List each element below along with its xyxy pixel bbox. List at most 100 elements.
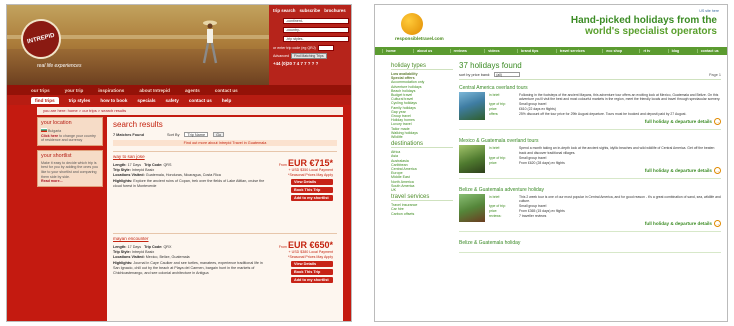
holiday-title-link[interactable]: Mexico & Guatemala overland tours [459, 138, 721, 144]
rt-nav-blog[interactable]: blog [667, 49, 683, 53]
nav-about[interactable]: about Intrepid [139, 88, 170, 93]
holiday-title-link[interactable]: Belize & Guatemala holiday [459, 240, 721, 246]
arrow-right-icon: → [714, 166, 721, 174]
trip-code-label: or enter trip code (eg QRJ) [273, 46, 316, 50]
brochures-link[interactable]: brochures [324, 8, 345, 13]
rt-nav-videos[interactable]: videos [484, 49, 502, 53]
holiday-info: in brief: Following in the footsteps of t… [489, 93, 721, 116]
rt-nav-home[interactable]: home [382, 49, 399, 53]
intrepid-screenshot: INTREPID real life experiences trip sear… [6, 4, 352, 322]
bulgaria-flag-icon [41, 128, 47, 132]
info-value: Following in the footsteps of the ancien… [519, 93, 721, 102]
rt-nav-brand-tips[interactable]: brand tips [517, 49, 541, 53]
rt-sun-logo-icon[interactable] [401, 13, 423, 35]
tab-specials[interactable]: specials [137, 98, 155, 103]
book-trip-button[interactable]: Book This Trip [291, 269, 333, 275]
secondary-nav: find trips trip styles how to book speci… [7, 95, 351, 105]
info-key: type of trip: [489, 155, 506, 160]
info-value: Small group travel [519, 102, 547, 107]
rt-nav-eco-shop[interactable]: eco shop [602, 49, 625, 53]
destinations-title: destinations [391, 141, 453, 149]
rt-nav-contact[interactable]: contact us [696, 49, 722, 53]
info-value: This 2 week tour is one of our most popu… [519, 194, 721, 203]
holiday-photo[interactable] [459, 145, 485, 174]
headline-line-1: Hand-picked holidays from the [570, 15, 717, 26]
breadcrumb: you are here: home > our trips > search … [37, 107, 343, 115]
nav-your-trip[interactable]: your trip [65, 88, 84, 93]
add-shortlist-button[interactable]: Add to my shortlist [291, 195, 333, 201]
find-trips-button[interactable]: Find Matching Trips [290, 53, 327, 59]
promo-link[interactable]: Find out more about Intrepid Travel in G… [113, 140, 337, 146]
full-details-link[interactable]: full holiday & departure details → [459, 166, 721, 174]
rt-nav-reviews[interactable]: reviews [449, 49, 470, 53]
info-key: in brief: [489, 93, 501, 97]
holiday-title-link[interactable]: Belize & Guatemala adventure holiday [459, 187, 721, 193]
holiday-result-partial: Belize & Guatemala holiday [459, 235, 721, 254]
read-more-link[interactable]: Read more... [41, 179, 63, 183]
search-results: search results 7 Matches Found Sort By T… [107, 117, 343, 321]
sort-label: Sort By [167, 132, 180, 137]
intrepid-banner: INTREPID real life experiences trip sear… [7, 5, 351, 85]
tab-find-trips[interactable]: find trips [31, 96, 59, 104]
country-select[interactable]: -country- [283, 27, 349, 33]
price-band-select[interactable]: (all) [494, 72, 521, 77]
service-link[interactable]: Carbon offsets [391, 212, 453, 216]
full-details-link[interactable]: full holiday & departure details → [459, 118, 721, 126]
full-details-link[interactable]: full holiday & departure details → [459, 220, 721, 228]
rt-nav-about[interactable]: about us [413, 49, 435, 53]
tab-how-to-book[interactable]: how to book [100, 98, 127, 103]
trip-search-link[interactable]: trip search [273, 8, 295, 13]
info-value: Small group travel [519, 204, 547, 209]
holiday-photo[interactable] [459, 92, 485, 120]
nav-inspirations[interactable]: inspirations [98, 88, 124, 93]
trip-result: way to san jose Length: 17 Days Trip Cod… [113, 151, 337, 225]
us-site-link[interactable]: US site here [699, 9, 719, 13]
rt-nav-rt-tv[interactable]: rt tv [639, 49, 653, 53]
info-key: type of trip: [489, 204, 506, 209]
book-trip-button[interactable]: Book This Trip [291, 187, 333, 193]
left-sidebar: your location Bulgaria Click here to cha… [37, 117, 103, 321]
change-country-link[interactable]: Click here [41, 134, 58, 138]
nav-contact[interactable]: contact us [215, 88, 238, 93]
results-toolbar: 7 Matches Found Sort By Trip Name Go [113, 132, 337, 137]
style-label: Trip Style: [113, 250, 131, 255]
continent-select[interactable]: -continent- [283, 18, 349, 24]
tagline: real life experiences [37, 63, 82, 69]
location-box: your location Bulgaria Click here to cha… [37, 117, 103, 146]
tab-contact-us[interactable]: contact us [189, 98, 212, 103]
trip-code-input[interactable] [317, 45, 334, 51]
sort-select[interactable]: Trip Name [184, 132, 209, 137]
info-value: Spend a month taking an in-depth look at… [519, 146, 715, 155]
holiday-title-link[interactable]: Central America overland tours [459, 85, 721, 91]
holiday-photo[interactable] [459, 193, 485, 222]
destination-link[interactable]: UK [391, 188, 453, 192]
trip-style: Intrepid Basix [131, 250, 155, 255]
results-heading: search results [113, 120, 163, 129]
add-shortlist-button[interactable]: Add to my shortlist [291, 277, 333, 283]
tab-safety[interactable]: safety [166, 98, 179, 103]
tab-help[interactable]: help [222, 98, 231, 103]
rt-nav-travel-services[interactable]: travel services [555, 49, 588, 53]
view-details-button[interactable]: View Details [291, 261, 333, 267]
locations-label: Locations Visited: [113, 173, 145, 178]
type-link[interactable]: Wildlife [391, 135, 453, 139]
price-amount: EUR €650* [287, 240, 333, 250]
top-links: trip search subscribe brochures [273, 8, 349, 13]
advanced-link[interactable]: Advanced [273, 54, 289, 58]
subscribe-link[interactable]: subscribe [299, 8, 320, 13]
trip-style-select[interactable]: -trip styles- [283, 36, 349, 42]
info-value: From £365 (15 days) ex flights [519, 209, 565, 214]
holiday-result: Mexico & Guatemala overland tours in bri… [459, 133, 721, 179]
sort-go-button[interactable]: Go [213, 132, 225, 137]
rt-sidebar: holiday types Low availability Special o… [391, 61, 453, 321]
trip-highlights-line: Highlights: Journal in Caye Caulker and … [113, 261, 265, 277]
trip-code-label: Trip Code: [144, 163, 163, 167]
nav-agents[interactable]: agents [185, 88, 200, 93]
shortlist-title: your shortlist [41, 152, 72, 159]
info-key: price: [489, 160, 498, 165]
rt-logo-text[interactable]: responsibletravel.com [395, 36, 444, 41]
view-details-button[interactable]: View Details [291, 179, 333, 185]
full-details-label: full holiday & departure details [644, 167, 712, 173]
nav-our-trips[interactable]: our trips [31, 88, 50, 93]
tab-trip-styles[interactable]: trip styles [69, 98, 91, 103]
